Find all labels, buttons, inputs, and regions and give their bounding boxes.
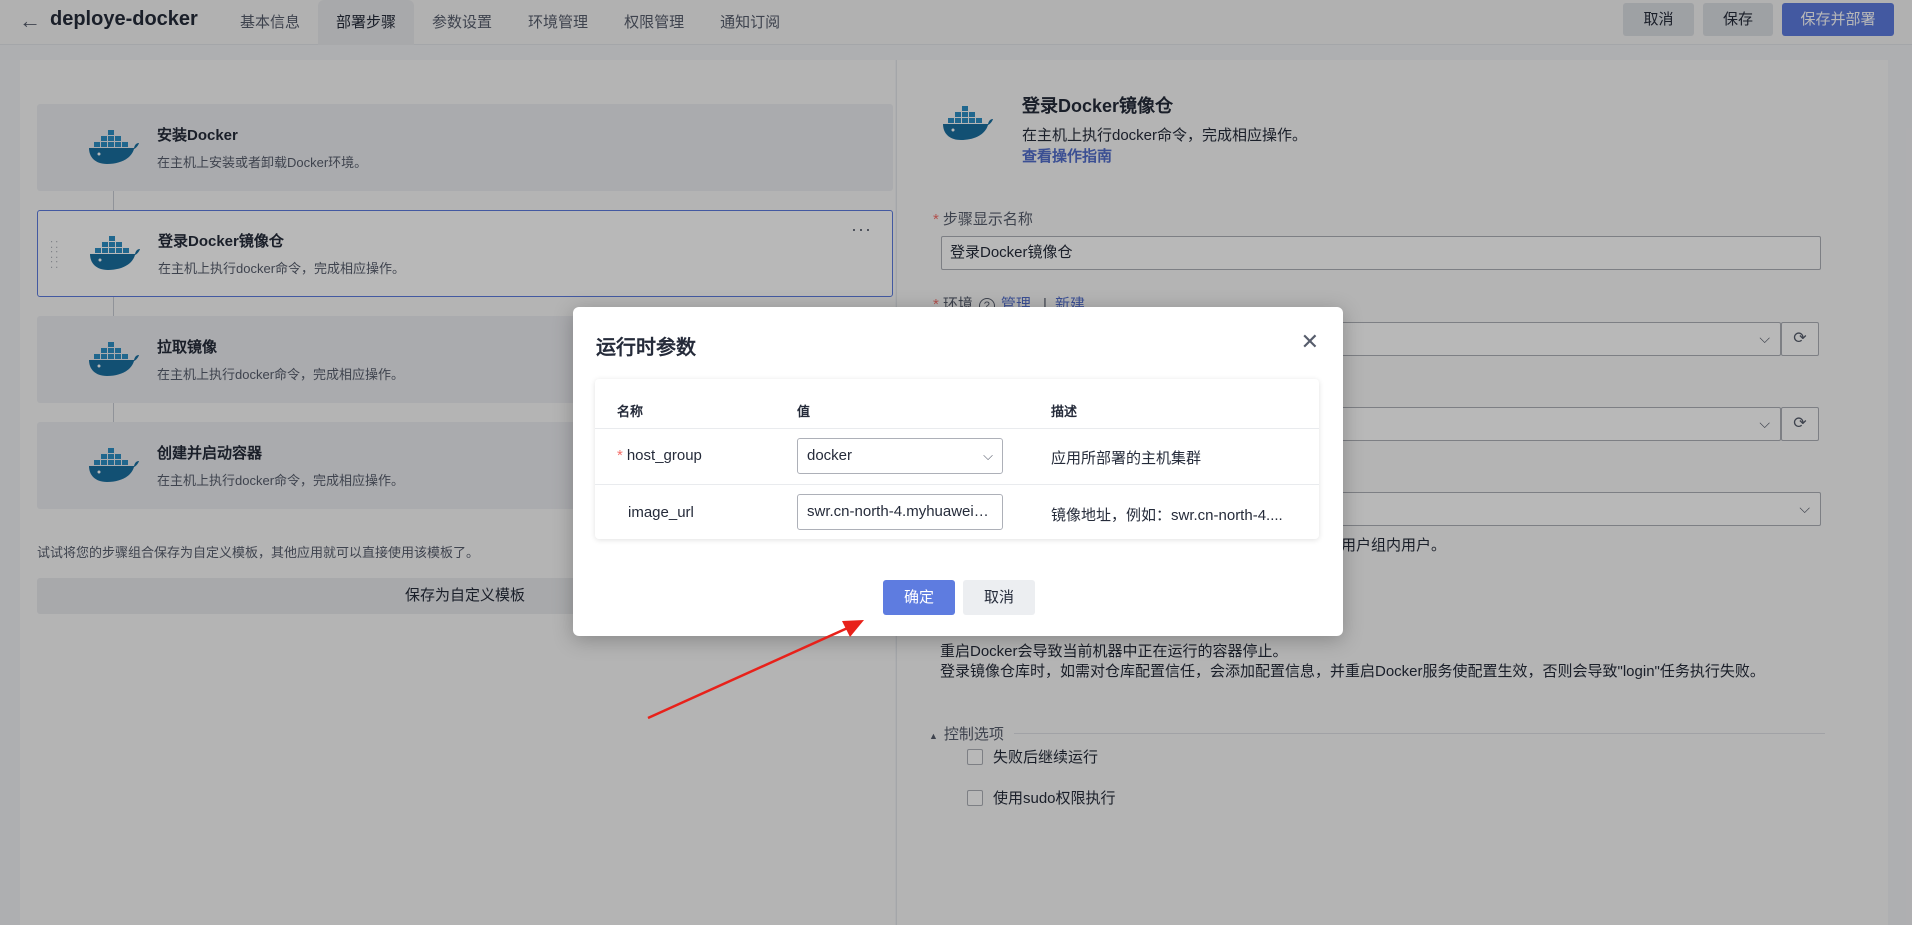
col-header-value: 值 [797, 404, 811, 419]
param-name: * host_group [617, 447, 702, 464]
confirm-button[interactable]: 确定 [883, 580, 955, 615]
chevron-down-icon: ⌵ [983, 448, 993, 463]
close-icon[interactable]: ✕ [1301, 329, 1319, 355]
col-header-name: 名称 [617, 404, 644, 419]
row-divider [595, 428, 1319, 429]
params-table: 名称 值 描述 * host_group docker ⌵ 应用所部署的主机集群 i… [595, 379, 1319, 539]
runtime-params-dialog: 运行时参数 ✕ 名称 值 描述 * host_group docker ⌵ 应用所部… [573, 307, 1343, 636]
dialog-cancel-button[interactable]: 取消 [963, 580, 1035, 615]
host-group-select[interactable]: docker ⌵ [797, 438, 1003, 474]
row-divider [595, 484, 1319, 485]
param-desc: 镜像地址，例如：swr.cn-north-4.... [1051, 507, 1283, 524]
required-mark: * [617, 447, 623, 464]
dialog-title: 运行时参数 [596, 337, 696, 359]
param-name-text: host_group [626, 447, 702, 464]
col-header-desc: 描述 [1051, 404, 1078, 419]
param-desc: 应用所部署的主机集群 [1051, 450, 1202, 467]
param-name: image_url [628, 504, 694, 521]
image-url-input[interactable]: swr.cn-north-4.myhuaweicloud.com [797, 494, 1003, 530]
host-group-value: docker [807, 447, 853, 464]
